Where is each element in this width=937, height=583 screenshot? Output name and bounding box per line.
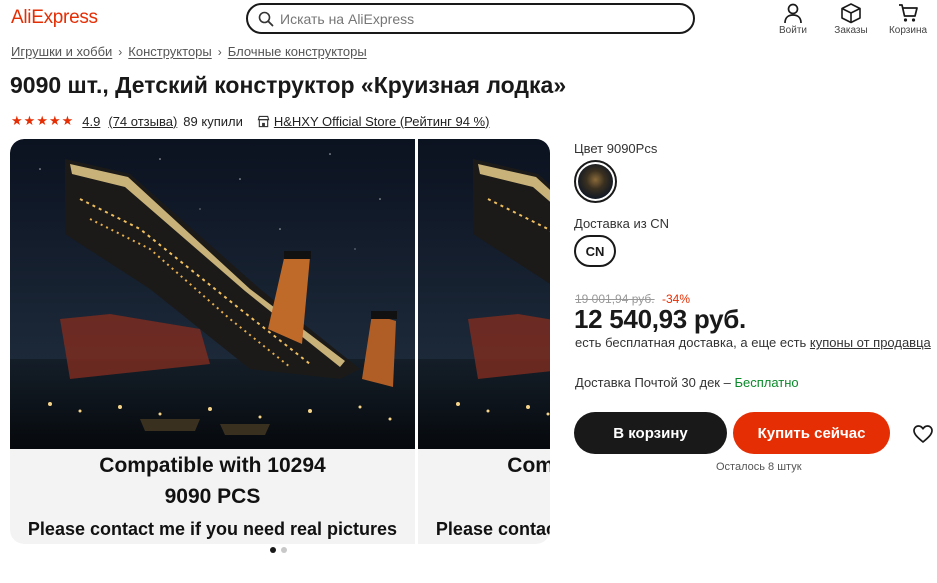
caption-compatible: Compatible with 10294: [99, 454, 326, 477]
gallery-slide[interactable]: Compatible with 10294 9090 PCS Please co…: [10, 139, 415, 544]
reviews-link[interactable]: (74 отзыва): [108, 114, 177, 129]
orders-label: Заказы: [834, 25, 868, 36]
ship-sinking-image: [10, 139, 415, 449]
pagination-dot[interactable]: [281, 547, 287, 553]
caption-contact: Please contact me if you need real pictu…: [435, 519, 550, 539]
breadcrumb-item-constructors[interactable]: Конструкторы: [128, 44, 211, 59]
image-caption: Compatible with 10294 9090 PCS Please co…: [418, 449, 550, 544]
sold-count: 89 купили: [183, 113, 243, 129]
color-swatch[interactable]: [574, 160, 617, 203]
rating-stars: ★ ★ ★ ★ ★: [11, 113, 74, 129]
caption-pcs: 9090 PCS: [418, 485, 550, 509]
caption-compatible: Compatible with 10294: [507, 454, 550, 477]
search-bar[interactable]: [246, 3, 695, 34]
caption-pcs: 9090 PCS: [164, 485, 261, 508]
star-icon: ★: [36, 113, 48, 128]
gallery-pagination: [270, 547, 292, 553]
heart-icon[interactable]: [912, 423, 934, 445]
rating-value[interactable]: 4.9: [82, 114, 100, 129]
store-link[interactable]: H&HXY Official Store (Рейтинг 94 %): [274, 114, 490, 129]
pagination-dot-active[interactable]: [270, 547, 276, 553]
cart-label: Корзина: [888, 25, 928, 36]
star-icon: ★: [23, 113, 36, 128]
ship-from-option[interactable]: CN: [574, 235, 616, 267]
color-label: Цвет 9090Pcs: [574, 141, 658, 156]
seller-coupons-link[interactable]: купоны от продавца: [810, 335, 931, 350]
image-caption: Compatible with 10294 9090 PCS Please co…: [10, 449, 415, 544]
search-icon: [258, 11, 274, 26]
orders-button[interactable]: Заказы: [826, 2, 876, 36]
product-title: 9090 шт., Детский конструктор «Круизная …: [10, 72, 567, 98]
add-to-cart-button[interactable]: В корзину: [574, 412, 727, 454]
star-icon: ★: [61, 113, 74, 128]
free-shipping-info: есть бесплатная доставка, а еще есть куп…: [575, 335, 931, 350]
breadcrumb: Игрушки и хобби › Конструкторы › Блочные…: [11, 44, 367, 59]
free-shipping-text: есть бесплатная доставка, а еще есть: [575, 335, 810, 350]
stock-left: Осталось 8 штук: [716, 461, 802, 473]
aliexpress-logo[interactable]: AliExpress: [11, 7, 98, 29]
login-button[interactable]: Войти: [768, 2, 818, 36]
login-label: Войти: [779, 25, 807, 36]
product-meta: ★ ★ ★ ★ ★ 4.9 (74 отзыва) 89 купили H&HX…: [11, 113, 489, 129]
star-icon: ★: [11, 113, 23, 128]
star-icon: ★: [48, 113, 61, 128]
chevron-right-icon: ›: [217, 44, 222, 59]
search-input[interactable]: [280, 10, 660, 27]
delivery-free: Бесплатно: [734, 375, 799, 390]
product-gallery[interactable]: Compatible with 10294 9090 PCS Please co…: [10, 139, 550, 544]
delivery-info: Доставка Почтой 30 дек – Бесплатно: [575, 375, 799, 390]
cart-icon: [899, 4, 918, 22]
ship-sinking-image: [418, 139, 550, 449]
chevron-right-icon: ›: [118, 44, 123, 59]
user-icon: [784, 3, 802, 24]
delivery-text: Доставка Почтой 30 дек: [575, 375, 720, 390]
buy-now-button[interactable]: Купить сейчас: [733, 412, 890, 454]
cart-button[interactable]: Корзина: [883, 2, 933, 36]
current-price: 12 540,93 руб.: [574, 304, 746, 334]
caption-contact: Please contact me if you need real pictu…: [27, 519, 398, 539]
store-icon: [257, 115, 270, 127]
breadcrumb-item-block-constructors[interactable]: Блочные конструкторы: [228, 44, 367, 59]
gallery-slide[interactable]: Compatible with 10294 9090 PCS Please co…: [418, 139, 550, 544]
store-info[interactable]: H&HXY Official Store (Рейтинг 94 %): [257, 114, 490, 129]
box-icon: [841, 3, 861, 24]
delivery-separator: –: [720, 375, 735, 390]
breadcrumb-item-toys[interactable]: Игрушки и хобби: [11, 44, 112, 59]
ship-from-label: Доставка из CN: [574, 216, 670, 231]
